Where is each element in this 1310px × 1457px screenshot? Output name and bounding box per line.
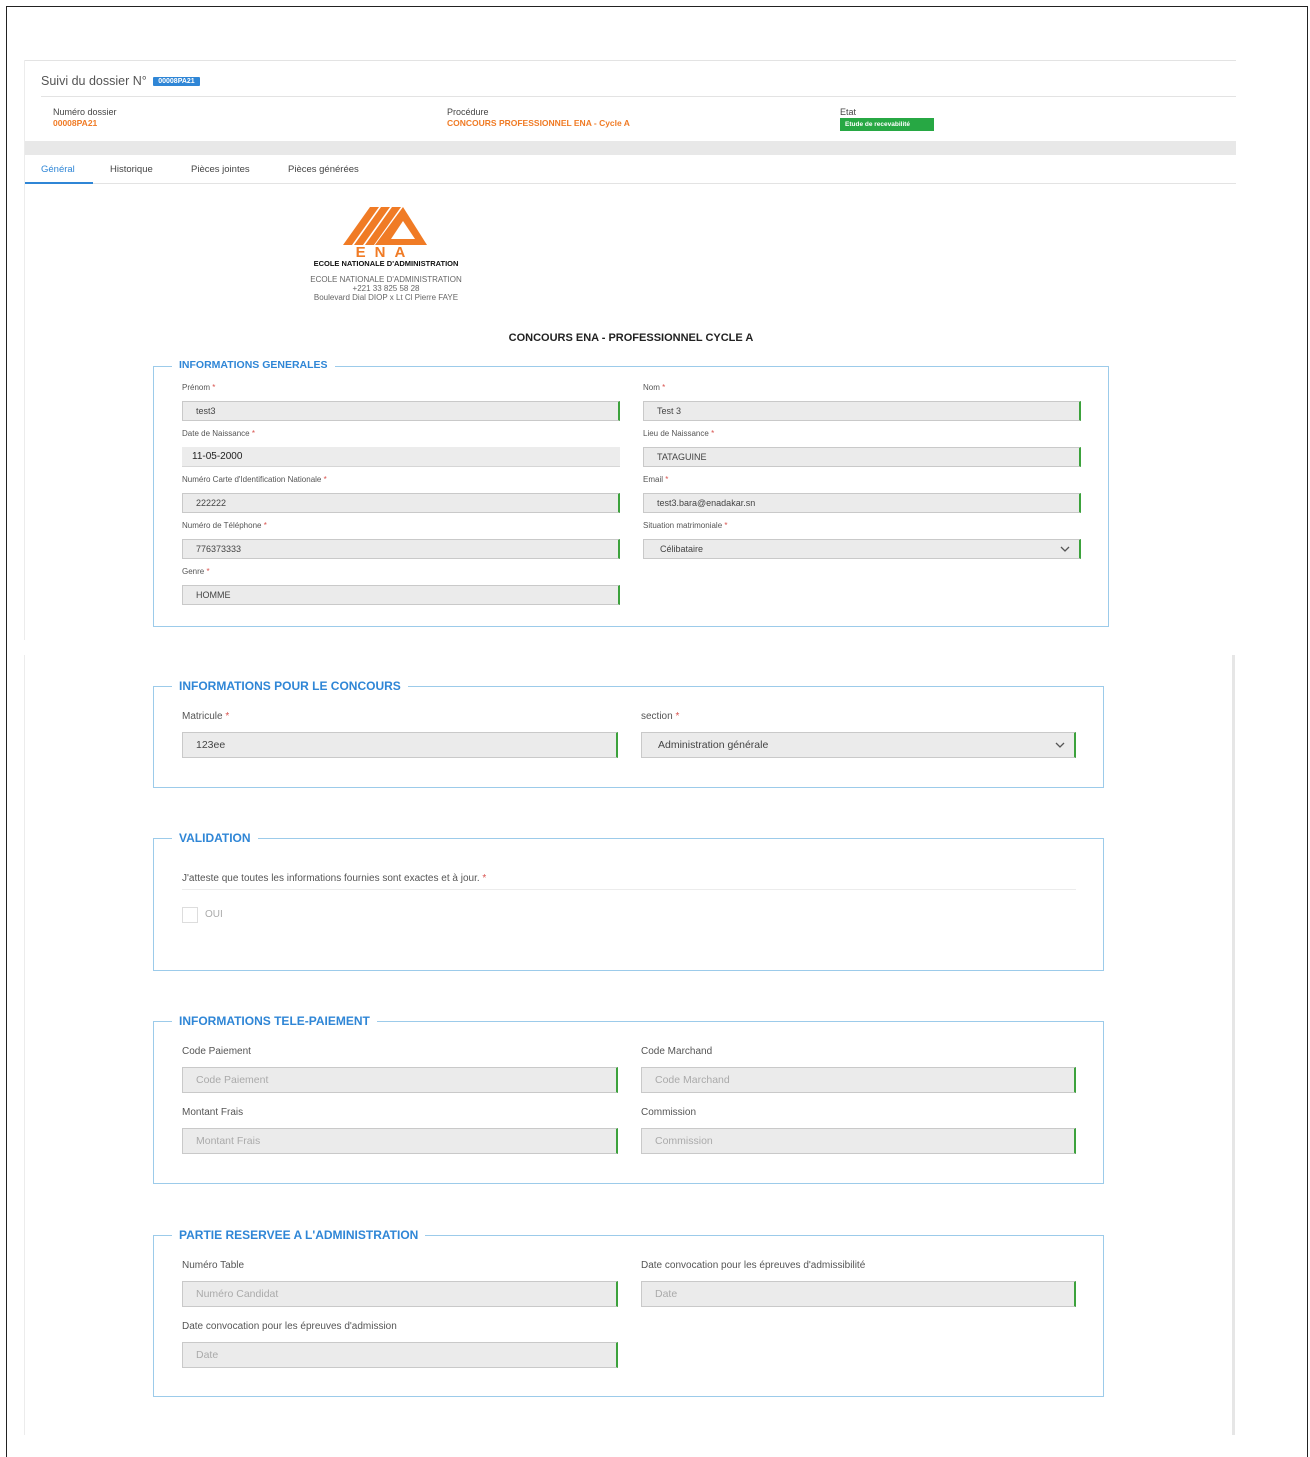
institution-name: ECOLE NATIONALE D'ADMINISTRATION: [310, 275, 462, 284]
date-admission-input[interactable]: Date: [182, 1342, 618, 1368]
logo-letters: ENA: [356, 244, 415, 257]
frame-right-border: [1307, 6, 1308, 1457]
content-left-edge-lower: [24, 655, 25, 1435]
situation-value: Célibataire: [660, 544, 704, 554]
code-paiement-label: Code Paiement: [182, 1046, 251, 1057]
dossier-value: 00008PA21: [53, 118, 98, 128]
section-legend: INFORMATIONS POUR LE CONCOURS: [172, 679, 408, 693]
active-tab-indicator: [25, 182, 93, 184]
header-rule: [41, 96, 1236, 97]
date-admissibilite-label: Date convocation pour les épreuves d'adm…: [641, 1260, 866, 1271]
code-marchand-label: Code Marchand: [641, 1046, 713, 1057]
code-paiement-input[interactable]: Code Paiement: [182, 1067, 618, 1093]
commission-label: Commission: [641, 1107, 697, 1118]
dossier-number-badge: 00008PA21: [153, 77, 200, 86]
section-legend: INFORMATIONS TELE-PAIEMENT: [172, 1014, 377, 1028]
matricule-label: Matricule *: [182, 711, 230, 722]
date-naissance-field[interactable]: 11-05-2000: [182, 447, 620, 467]
section-validation: VALIDATION J'atteste que toutes les info…: [153, 831, 1104, 971]
meta-procedure: Procédure CONCOURS PROFESSIONNEL ENA - C…: [447, 107, 630, 129]
dossier-label: Numéro dossier: [53, 107, 117, 117]
page-title-text: Suivi du dossier N°: [41, 74, 147, 88]
etat-label: Etat: [840, 107, 857, 117]
ena-logo-icon: ENA: [343, 207, 427, 257]
prenom-field[interactable]: test3: [182, 401, 620, 421]
header-separator-bar: [25, 141, 1236, 155]
section-informations-concours: INFORMATIONS POUR LE CONCOURS Matricule …: [153, 679, 1104, 788]
situation-select[interactable]: Célibataire: [643, 539, 1081, 559]
tab-historique[interactable]: Historique: [110, 164, 153, 175]
numero-table-input[interactable]: Numéro Candidat: [182, 1281, 618, 1307]
telephone-label: Numéro de Téléphone *: [182, 521, 267, 530]
institution-address: Boulevard Dial DIOP x Lt Cl Pierre FAYE: [313, 293, 459, 302]
tab-general[interactable]: Général: [41, 164, 75, 175]
nom-label: Nom *: [643, 383, 666, 392]
date-naissance-label: Date de Naissance *: [182, 429, 255, 438]
tab-pieces-generees[interactable]: Pièces générées: [288, 164, 359, 175]
attestation-rule: [182, 889, 1076, 890]
section-administration: PARTIE RESERVEE A L'ADMINISTRATION Numér…: [153, 1228, 1104, 1397]
cni-field[interactable]: 222222: [182, 493, 620, 513]
telephone-field[interactable]: 776373333: [182, 539, 620, 559]
nom-field[interactable]: Test 3: [643, 401, 1081, 421]
section-legend: PARTIE RESERVEE A L'ADMINISTRATION: [172, 1228, 426, 1242]
situation-label: Situation matrimoniale *: [643, 521, 728, 530]
status-badge: Etude de recevabilité: [840, 118, 934, 131]
section-informations-generales: INFORMATIONS GENERALES Prénom * test3 No…: [153, 359, 1109, 627]
oui-label: OUI: [205, 909, 223, 920]
matricule-field[interactable]: 123ee: [182, 732, 618, 758]
montant-frais-input[interactable]: Montant Frais: [182, 1128, 618, 1154]
content-right-edge: [1232, 655, 1235, 1435]
logo-caption: ECOLE NATIONALE D'ADMINISTRATION: [313, 259, 459, 268]
numero-table-label: Numéro Table: [182, 1260, 245, 1271]
prenom-label: Prénom *: [182, 383, 216, 392]
meta-etat: Etat Etude de recevabilité: [840, 107, 934, 131]
lieu-naissance-field[interactable]: TATAGUINE: [643, 447, 1081, 467]
tab-pieces-jointes[interactable]: Pièces jointes: [191, 164, 250, 175]
date-admission-label: Date convocation pour les épreuves d'adm…: [182, 1321, 397, 1332]
page-title: Suivi du dossier N° 00008PA21: [41, 74, 200, 88]
tab-bar: Général Historique Pièces jointes Pièces…: [25, 156, 1236, 184]
chevron-down-icon: [1060, 546, 1070, 552]
procedure-label: Procédure: [447, 107, 489, 117]
section-select[interactable]: Administration générale: [641, 732, 1076, 758]
section-tele-paiement: INFORMATIONS TELE-PAIEMENT Code Paiement…: [153, 1014, 1104, 1184]
email-field[interactable]: test3.bara@enadakar.sn: [643, 493, 1081, 513]
meta-dossier: Numéro dossier 00008PA21: [53, 107, 117, 129]
document-title: CONCOURS ENA - PROFESSIONNEL CYCLE A: [508, 332, 754, 344]
commission-input[interactable]: Commission: [641, 1128, 1076, 1154]
section-legend: VALIDATION: [172, 831, 258, 845]
institution-phone: +221 33 825 58 28: [352, 284, 420, 293]
email-label: Email *: [643, 475, 669, 484]
lieu-naissance-label: Lieu de Naissance *: [643, 429, 715, 438]
section-value: Administration générale: [658, 739, 769, 751]
frame-left-border: [6, 6, 7, 1457]
header-top-rule: [25, 60, 1236, 61]
chevron-down-icon: [1055, 742, 1065, 748]
oui-checkbox[interactable]: [182, 907, 198, 923]
section-label: section *: [641, 711, 680, 722]
date-admissibilite-input[interactable]: Date: [641, 1281, 1076, 1307]
section-legend: INFORMATIONS GENERALES: [172, 359, 335, 371]
genre-field[interactable]: HOMME: [182, 585, 620, 605]
code-marchand-input[interactable]: Code Marchand: [641, 1067, 1076, 1093]
genre-label: Genre *: [182, 567, 210, 576]
attestation-label: J'atteste que toutes les informations fo…: [182, 873, 487, 884]
montant-frais-label: Montant Frais: [182, 1107, 244, 1118]
cni-label: Numéro Carte d'Identification Nationale …: [182, 475, 327, 484]
procedure-value: CONCOURS PROFESSIONNEL ENA - Cycle A: [447, 118, 630, 128]
frame-top-border: [6, 6, 1308, 7]
